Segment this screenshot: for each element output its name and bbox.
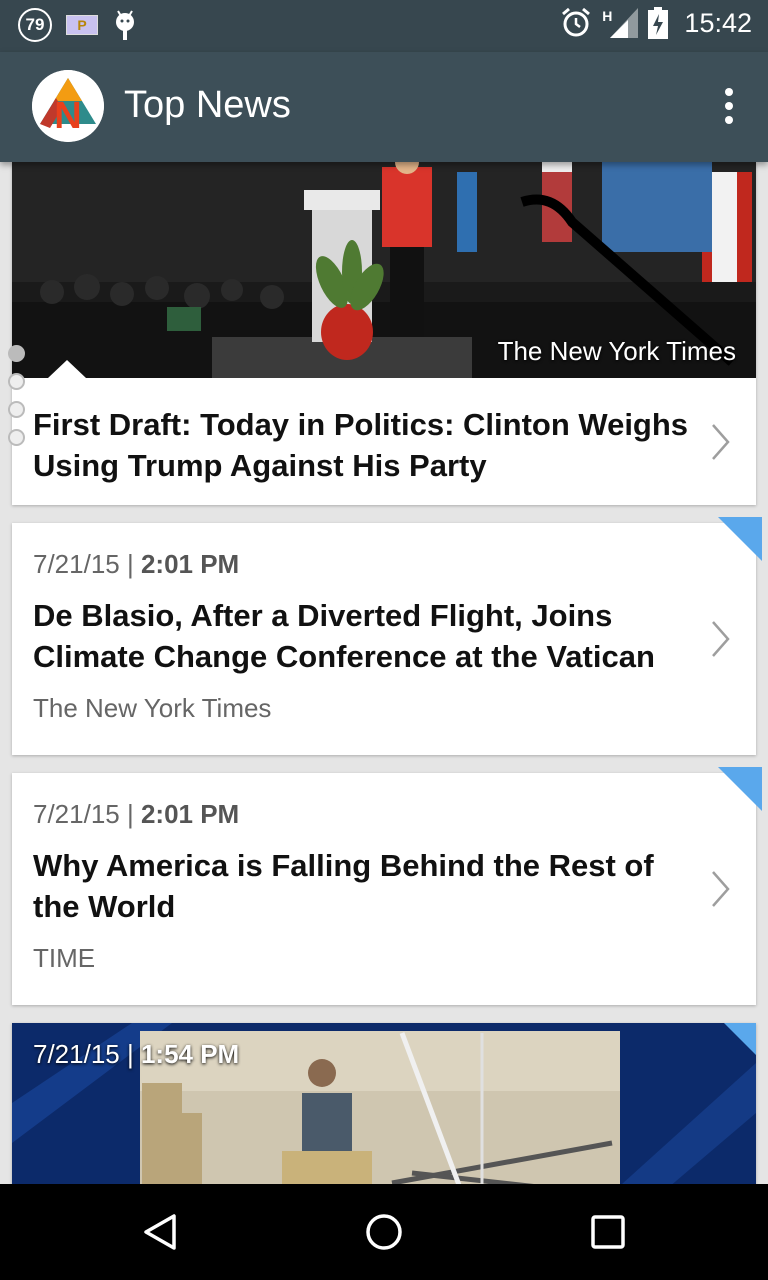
- status-bar: 79 P H 15:42: [0, 0, 768, 52]
- alarm-icon: [562, 7, 591, 37]
- recents-icon[interactable]: [584, 1208, 632, 1256]
- article-time: 1:54 PM: [140, 1039, 240, 1069]
- new-badge-corner: [718, 517, 762, 561]
- article-card-featured[interactable]: The New York Times First Draft: Today in…: [12, 162, 756, 505]
- article-timestamp: 7/21/15 | 2:01 PM: [33, 549, 239, 580]
- android-debug-icon: [116, 10, 134, 40]
- pager-dot[interactable]: [8, 345, 25, 362]
- pager-dot[interactable]: [8, 401, 25, 418]
- article-date: 7/21/15 |: [33, 799, 141, 829]
- logo-letter: N: [54, 95, 81, 137]
- home-icon[interactable]: [360, 1208, 408, 1256]
- pager-dot[interactable]: [8, 373, 25, 390]
- app-logo[interactable]: N: [32, 70, 104, 142]
- status-bar-left: 79 P: [18, 8, 138, 42]
- signal-icon: [610, 8, 639, 38]
- notification-count-icon: 79: [18, 8, 52, 42]
- app-bar: N Top News: [0, 52, 768, 162]
- article-headline[interactable]: First Draft: Today in Politics: Clinton …: [33, 404, 693, 486]
- clock: 15:42: [684, 7, 752, 38]
- article-timestamp: 7/21/15 | 1:54 PM: [33, 1039, 239, 1070]
- article-timestamp: 7/21/15 | 2:01 PM: [33, 799, 239, 830]
- system-nav-bar: [0, 1184, 768, 1280]
- article-card-image[interactable]: 7/21/15 | 1:54 PM: [12, 1023, 756, 1193]
- new-badge-corner: [718, 1023, 756, 1061]
- article-headline[interactable]: Why America is Falling Behind the Rest o…: [33, 845, 693, 927]
- article-time: 2:01 PM: [140, 549, 240, 579]
- back-icon[interactable]: [136, 1208, 184, 1256]
- pointer-notch: [48, 360, 86, 378]
- article-card[interactable]: 7/21/15 | 2:01 PM Why America is Falling…: [12, 767, 762, 1005]
- article-source-overlay: The New York Times: [497, 336, 736, 366]
- logo-icon: N: [32, 70, 104, 142]
- article-source: TIME: [33, 943, 96, 973]
- overflow-menu-icon[interactable]: [724, 88, 734, 124]
- article-source: The New York Times: [33, 693, 272, 723]
- article-date: 7/21/15 |: [33, 1039, 141, 1069]
- page-title: Top News: [124, 84, 291, 126]
- battery-charging-icon: [648, 7, 669, 39]
- pager-dot[interactable]: [8, 429, 25, 446]
- chevron-right-icon[interactable]: [710, 869, 732, 909]
- chevron-right-icon[interactable]: [710, 422, 732, 462]
- chevron-right-icon[interactable]: [710, 619, 732, 659]
- article-time: 2:01 PM: [140, 799, 240, 829]
- article-date: 7/21/15 |: [33, 549, 141, 579]
- article-card[interactable]: 7/21/15 | 2:01 PM De Blasio, After a Div…: [12, 517, 762, 755]
- parking-icon: P: [66, 15, 98, 35]
- status-bar-right: H 15:42: [560, 7, 752, 39]
- new-badge-corner: [718, 767, 762, 811]
- article-headline[interactable]: De Blasio, After a Diverted Flight, Join…: [33, 595, 693, 677]
- pager-indicator: [8, 345, 25, 446]
